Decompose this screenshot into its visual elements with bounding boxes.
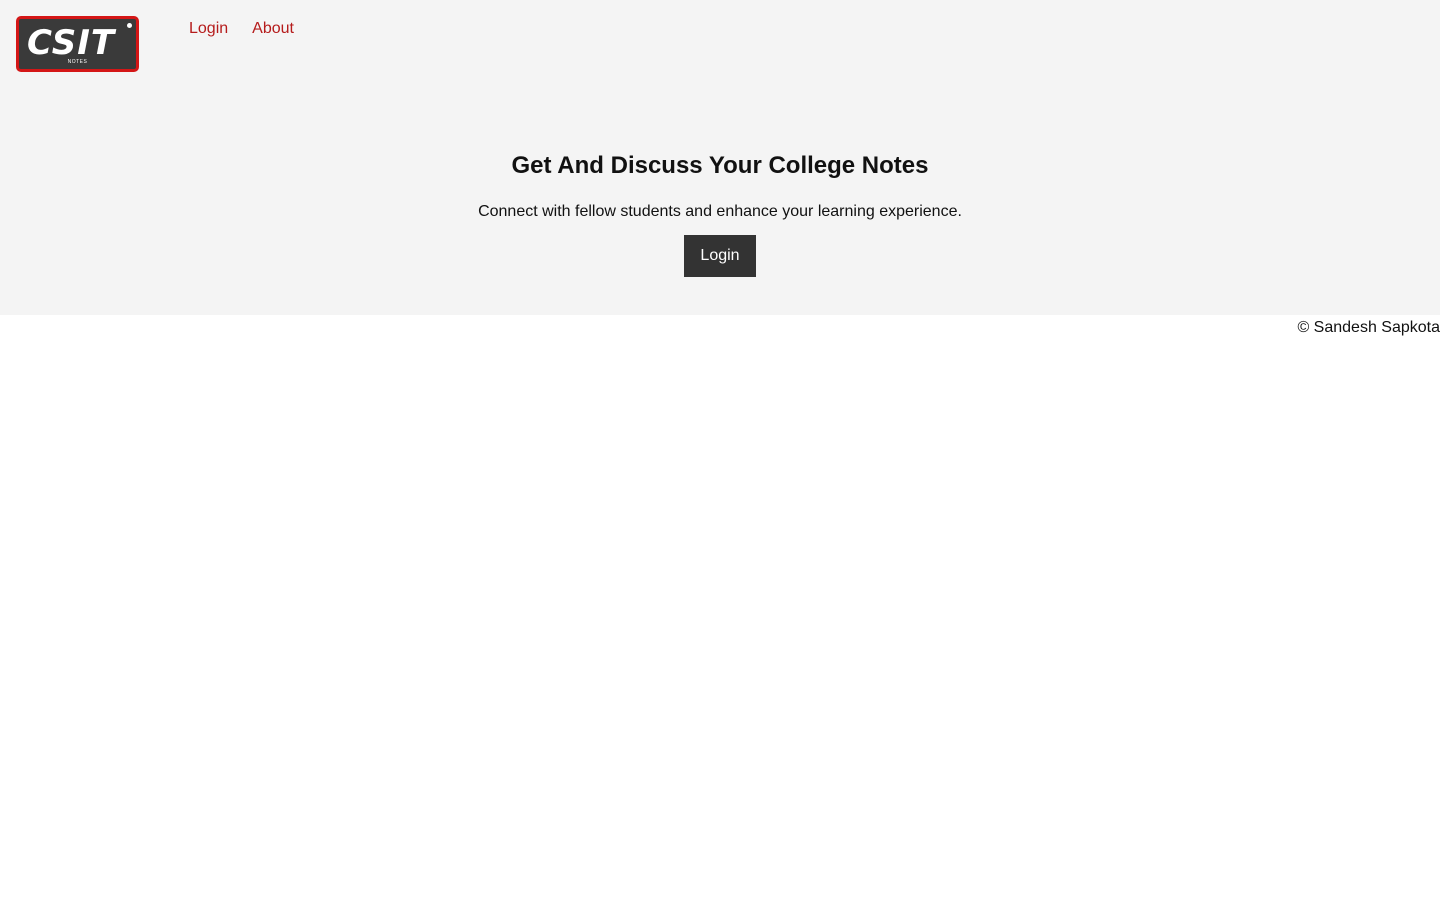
footer-copyright: © Sandesh Sapkota [1297,319,1440,336]
hero-title: Get And Discuss Your College Notes [511,152,929,179]
logo-text: CSIT [27,23,116,63]
nav-about-link[interactable]: About [252,20,294,38]
hero-section: Get And Discuss Your College Notes Conne… [0,150,1440,277]
top-nav: Login About [189,20,318,38]
page-top-section: CSIT NOTES Login About Get And Discuss Y… [0,0,1440,315]
logo-dot-icon [127,23,132,28]
header: CSIT NOTES Login About [16,16,318,72]
hero-login-button[interactable]: Login [684,235,756,277]
logo-subtext: NOTES [67,59,88,65]
site-logo[interactable]: CSIT NOTES [16,16,139,72]
hero-subtitle: Connect with fellow students and enhance… [478,203,962,220]
nav-login-link[interactable]: Login [189,20,228,38]
